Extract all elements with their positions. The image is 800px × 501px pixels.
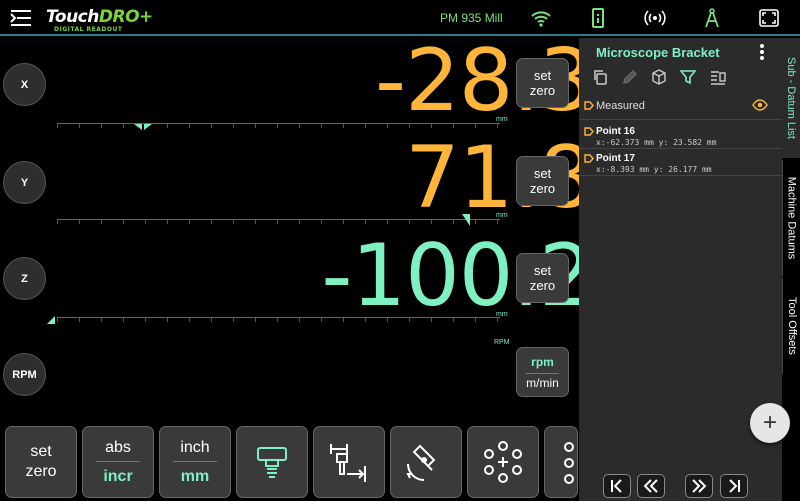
tab-label: Machine Datums [785, 176, 798, 260]
next-button[interactable] [685, 474, 713, 498]
logo-tagline: DIGITAL READOUT [54, 26, 123, 33]
measured-group[interactable]: Measured [579, 94, 782, 120]
skip-first-icon [611, 479, 622, 493]
set-label: set [533, 68, 552, 83]
incr-label: incr [103, 467, 133, 485]
x-set-zero-button[interactable]: set zero [516, 58, 569, 108]
first-button[interactable] [603, 474, 631, 498]
set-label: set [533, 263, 552, 278]
zero-label: zero [25, 463, 57, 480]
double-chevron-right-icon [692, 479, 707, 493]
zero-label: zero [529, 278, 556, 293]
x-unit: mm [496, 116, 508, 123]
rpm-unit: RPM [494, 339, 510, 346]
tab-label: Sub - Datum List [785, 57, 798, 139]
tab-label: Tool Offsets [785, 297, 798, 355]
group-label: Measured [596, 100, 645, 112]
divider [173, 460, 217, 462]
eye-icon[interactable] [752, 99, 768, 111]
panel-title: Microscope Bracket [596, 45, 720, 60]
filter-icon[interactable] [680, 69, 696, 85]
list-item[interactable]: Point 17 x:-8.393 mm y: 26.177 mm [579, 149, 782, 176]
compass-icon[interactable] [701, 8, 723, 28]
axis-y-button[interactable]: Y [3, 161, 46, 204]
more-options-icon[interactable] [759, 43, 765, 61]
cube-icon[interactable] [651, 69, 667, 85]
rpm-label: rpm [531, 354, 554, 369]
inch-mm-toggle[interactable]: inch mm [159, 426, 231, 498]
y-scale-ticks [57, 220, 500, 224]
axis-z-button[interactable]: Z [3, 257, 46, 300]
point-name: Point 16 [596, 126, 635, 137]
tab-machine-datums[interactable]: Machine Datums [782, 160, 800, 276]
bolt-circle-button[interactable] [467, 426, 539, 498]
set-label: set [30, 443, 52, 460]
mm-label: mm [180, 467, 210, 485]
fullscreen-icon[interactable] [758, 8, 780, 28]
z-set-zero-button[interactable]: set zero [516, 253, 569, 303]
tab-tool-offsets[interactable]: Tool Offsets [782, 278, 800, 374]
edit-icon[interactable] [622, 69, 638, 85]
rpm-mode-button[interactable]: rpm m/min [516, 347, 569, 397]
previous-button[interactable] [637, 474, 665, 498]
probe-button[interactable] [390, 426, 462, 498]
x-position-marker [134, 124, 152, 130]
tool-holder-icon [257, 447, 287, 478]
zero-label: zero [529, 181, 556, 196]
bolt-circle-icon [484, 441, 522, 483]
abs-incr-toggle[interactable]: abs incr [82, 426, 154, 498]
inch-label: inch [180, 438, 210, 456]
divider [96, 460, 140, 462]
point-coords: x:-62.373 mm y: 23.582 mm [596, 138, 717, 147]
zero-label: zero [529, 83, 556, 98]
set-zero-all-button[interactable]: set zero [5, 426, 77, 498]
bolt-line-button[interactable] [544, 426, 578, 498]
tool-holder-button[interactable] [236, 426, 308, 498]
z-scale-ticks [57, 318, 500, 322]
add-point-button[interactable]: + [750, 403, 790, 443]
list-item[interactable]: Point 16 x:-62.373 mm y: 23.582 mm [579, 122, 782, 149]
tag-icon [584, 154, 594, 163]
y-set-zero-button[interactable]: set zero [516, 156, 569, 206]
probe-icon [406, 444, 436, 481]
app-logo: TouchDRO+ DIGITAL READOUT [46, 7, 153, 33]
point-coords: x:-8.393 mm y: 26.177 mm [596, 165, 712, 174]
rpm-button[interactable]: RPM [3, 353, 46, 396]
copy-icon[interactable] [592, 69, 608, 85]
tag-icon [584, 127, 594, 136]
bolt-line-icon [564, 442, 574, 484]
edge-finder-icon [330, 444, 366, 482]
z-position-marker [47, 316, 55, 324]
wifi-icon[interactable] [530, 8, 552, 28]
tab-sub-datum-list[interactable]: Sub - Datum List [782, 38, 800, 158]
double-chevron-left-icon [643, 479, 658, 493]
abs-label: abs [105, 438, 131, 456]
axis-x-button[interactable]: X [3, 63, 46, 106]
last-button[interactable] [720, 474, 748, 498]
broadcast-icon[interactable] [644, 8, 666, 28]
edge-find-button[interactable] [313, 426, 385, 498]
skip-last-icon [729, 479, 740, 493]
y-position-marker [462, 214, 470, 226]
set-label: set [533, 166, 552, 181]
m-min-label: m/min [526, 372, 559, 390]
clear-list-icon[interactable] [710, 69, 726, 85]
device-icon[interactable] [587, 8, 609, 28]
y-unit: mm [496, 212, 508, 219]
point-name: Point 17 [596, 153, 635, 164]
tag-icon [584, 101, 594, 110]
menu-icon[interactable] [10, 9, 32, 27]
machine-name[interactable]: PM 935 Mill [440, 11, 503, 25]
